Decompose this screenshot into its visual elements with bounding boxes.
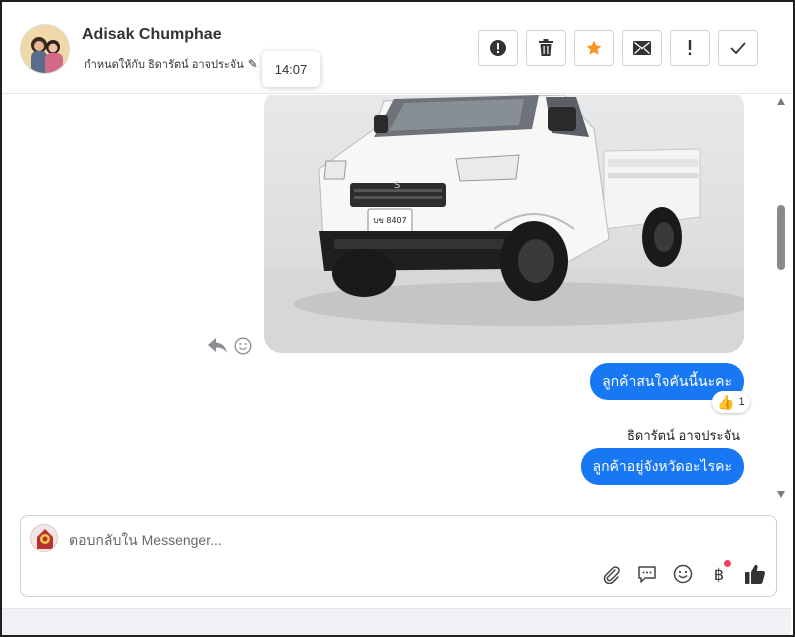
timestamp-tooltip: 14:07 xyxy=(262,51,320,87)
agent-avatar xyxy=(30,524,58,552)
license-plate: บข 8407 xyxy=(373,216,406,225)
assignment-text: กำหนดให้กับ ธิดารัตน์ อาจประจัน xyxy=(84,59,244,71)
paperclip-icon xyxy=(603,566,620,584)
send-like-button[interactable] xyxy=(743,562,767,586)
emoji-reaction-icon[interactable] xyxy=(234,337,252,355)
attach-button[interactable] xyxy=(599,562,623,586)
conversation-header: Adisak Chumphae กำหนดให้กับ ธิดารัตน์ อา… xyxy=(2,2,791,94)
vehicle-photo[interactable]: S บข 8407 xyxy=(264,95,744,353)
emoji-button[interactable] xyxy=(671,562,695,586)
star-button[interactable] xyxy=(574,30,614,66)
scrollbar-thumb[interactable] xyxy=(777,205,785,270)
check-icon xyxy=(730,42,746,54)
saved-replies-button[interactable] xyxy=(635,562,659,586)
reply-icon[interactable] xyxy=(208,338,228,354)
scroll-up-arrow[interactable] xyxy=(777,98,785,105)
smiley-icon xyxy=(673,564,693,584)
exclamation-icon xyxy=(688,40,692,56)
seen-indicator: ·· xyxy=(159,499,165,503)
assignment-label[interactable]: กำหนดให้กับ ธิดารัตน์ อาจประจัน ✎ xyxy=(84,55,258,73)
report-button[interactable] xyxy=(478,30,518,66)
sender-name: ธิดารัตน์ อาจประจัน xyxy=(626,428,740,443)
reply-composer: ฿ xyxy=(20,515,777,597)
reply-input[interactable] xyxy=(69,530,589,550)
reaction-count: 1 xyxy=(738,396,745,408)
message-thread[interactable]: S บข 8407 ลูกค้าสนใจคันนี้นะคะ 👍 1 ธิดาร… xyxy=(2,95,774,503)
baht-icon: ฿ xyxy=(713,564,725,584)
delete-button[interactable] xyxy=(526,30,566,66)
envelope-icon xyxy=(633,41,651,55)
message-tools xyxy=(208,337,252,355)
conversation-actions xyxy=(478,30,758,66)
follow-up-button[interactable] xyxy=(670,30,710,66)
outgoing-message-bubble[interactable]: ลูกค้าอยู่จังหวัดอะไรคะ xyxy=(580,448,744,485)
contact-name[interactable]: Adisak Chumphae xyxy=(82,26,222,44)
star-icon xyxy=(586,40,602,55)
trash-icon xyxy=(539,39,553,56)
contact-avatar[interactable] xyxy=(20,24,70,74)
footer-strip xyxy=(2,608,791,635)
scroll-down-arrow[interactable] xyxy=(777,491,785,498)
payment-button[interactable]: ฿ xyxy=(707,560,731,586)
edit-pencil-icon[interactable]: ✎ xyxy=(248,57,258,71)
done-button[interactable] xyxy=(718,30,758,66)
thumbs-up-icon xyxy=(745,564,765,584)
thumbs-up-icon: 👍 xyxy=(717,393,735,410)
svg-text:S: S xyxy=(394,180,400,191)
chat-bubble-icon xyxy=(638,566,656,583)
alert-circle-icon xyxy=(490,40,506,56)
mark-unread-button[interactable] xyxy=(622,30,662,66)
composer-tools: ฿ xyxy=(599,560,767,586)
notification-dot xyxy=(724,560,731,567)
reaction-badge[interactable]: 👍 1 xyxy=(712,391,750,413)
